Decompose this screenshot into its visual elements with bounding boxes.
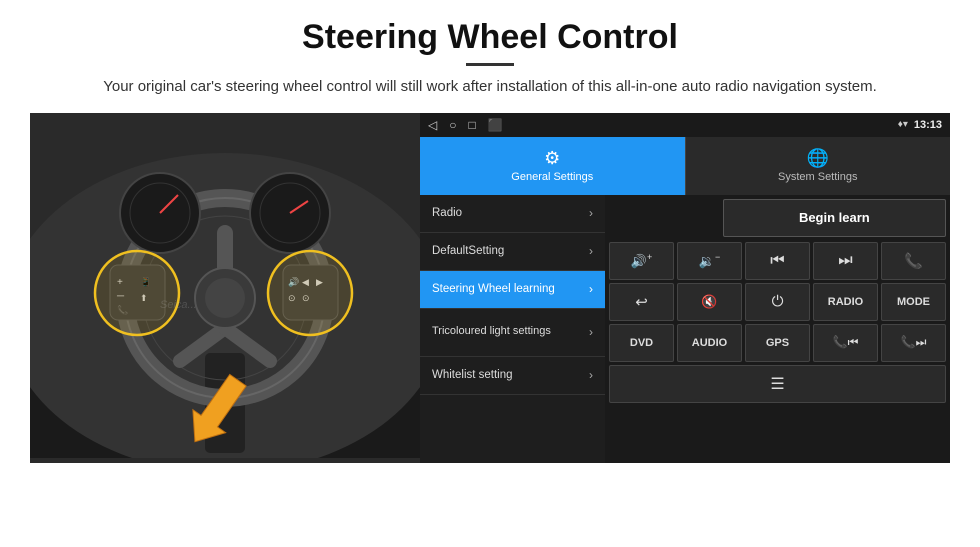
dvd-label: DVD: [630, 337, 653, 349]
car-image-section: + ─ 📱 ⬆ 📞 🔊 ◀ ▶ ⊙ ⊙: [30, 113, 420, 463]
begin-learn-row: Begin learn: [609, 199, 946, 239]
mute-icon: 🔇: [701, 294, 717, 310]
next-track-icon: ⏭: [838, 252, 852, 270]
status-bar-left: ◁ ○ □ ⬛: [428, 118, 503, 132]
gps-button[interactable]: GPS: [745, 324, 810, 362]
prev-track-button[interactable]: ⏮: [745, 242, 810, 280]
controls-row-1: 🔊+ 🔉− ⏮ ⏭ 📞: [609, 242, 946, 280]
home-nav-icon[interactable]: ○: [449, 118, 456, 132]
mode-button[interactable]: MODE: [881, 283, 946, 321]
wifi-icon: ♦▾: [898, 119, 908, 130]
menu-tricoloured-label: Tricoloured light settings: [432, 325, 551, 338]
content-area: + ─ 📱 ⬆ 📞 🔊 ◀ ▶ ⊙ ⊙: [30, 113, 950, 463]
gps-label: GPS: [766, 337, 789, 349]
status-bar-right: ♦▾ 13:13: [898, 119, 942, 131]
audio-label: AUDIO: [692, 337, 727, 349]
svg-text:Seica...: Seica...: [160, 299, 197, 311]
chevron-right-icon: ›: [589, 368, 593, 382]
menu-item-tricoloured[interactable]: Tricoloured light settings ›: [420, 309, 605, 357]
chevron-right-icon: ›: [589, 206, 593, 220]
title-section: Steering Wheel Control Your original car…: [30, 18, 950, 99]
volume-down-button[interactable]: 🔉−: [677, 242, 742, 280]
settings-gear-icon: ⚙: [544, 148, 560, 169]
phone-prev-button[interactable]: 📞⏮: [813, 324, 878, 362]
menu-steering-label: Steering Wheel learning: [432, 283, 555, 295]
title-divider: [466, 63, 514, 66]
call-end-icon: ↩: [635, 293, 648, 311]
mute-button[interactable]: 🔇: [677, 283, 742, 321]
empty-space: [609, 199, 720, 237]
controls-row-2: ↩ 🔇 ⏻ RADIO MODE: [609, 283, 946, 321]
tab-system-label: System Settings: [778, 171, 857, 183]
tab-general-settings[interactable]: ⚙ General Settings: [420, 137, 685, 195]
volume-up-icon: 🔊+: [631, 252, 652, 269]
menu-whitelist-label: Whitelist setting: [432, 369, 513, 381]
chevron-right-icon: ›: [589, 244, 593, 258]
chevron-right-icon-active: ›: [589, 282, 593, 296]
top-tabs: ⚙ General Settings 🌐 System Settings: [420, 137, 950, 195]
status-bar: ◁ ○ □ ⬛ ♦▾ 13:13: [420, 113, 950, 137]
car-image-svg: + ─ 📱 ⬆ 📞 🔊 ◀ ▶ ⊙ ⊙: [30, 113, 420, 458]
list-icon: ☰: [770, 374, 784, 394]
volume-up-button[interactable]: 🔊+: [609, 242, 674, 280]
radio-label: RADIO: [828, 296, 863, 308]
menu-left: Radio › DefaultSetting › Steering Wheel …: [420, 195, 605, 463]
call-end-button[interactable]: ↩: [609, 283, 674, 321]
screenshot-icon[interactable]: ⬛: [488, 118, 503, 132]
menu-default-label: DefaultSetting: [432, 245, 504, 257]
volume-down-icon: 🔉−: [699, 252, 720, 269]
phone-next-icon: 📞⏭: [901, 335, 927, 350]
page-container: Steering Wheel Control Your original car…: [0, 0, 980, 473]
recents-nav-icon[interactable]: □: [468, 118, 475, 132]
back-nav-icon[interactable]: ◁: [428, 118, 437, 132]
status-time: 13:13: [914, 119, 942, 131]
menu-area: Radio › DefaultSetting › Steering Wheel …: [420, 195, 950, 463]
next-track-button[interactable]: ⏭: [813, 242, 878, 280]
tab-system-settings[interactable]: 🌐 System Settings: [685, 137, 951, 195]
menu-item-whitelist[interactable]: Whitelist setting ›: [420, 357, 605, 395]
begin-learn-button[interactable]: Begin learn: [723, 199, 946, 237]
phone-icon: 📞: [904, 252, 923, 270]
phone-button[interactable]: 📞: [881, 242, 946, 280]
radio-button[interactable]: RADIO: [813, 283, 878, 321]
list-button[interactable]: ☰: [609, 365, 946, 403]
chevron-right-icon: ›: [589, 325, 593, 339]
mode-label: MODE: [897, 296, 930, 308]
menu-item-default[interactable]: DefaultSetting ›: [420, 233, 605, 271]
menu-item-steering[interactable]: Steering Wheel learning ›: [420, 271, 605, 309]
menu-radio-label: Radio: [432, 207, 462, 219]
controls-row-4: ☰: [609, 365, 946, 403]
subtitle: Your original car's steering wheel contr…: [30, 76, 950, 99]
phone-next-button[interactable]: 📞⏭: [881, 324, 946, 362]
android-ui: ◁ ○ □ ⬛ ♦▾ 13:13 ⚙ General Settings 🌐: [420, 113, 950, 463]
audio-button[interactable]: AUDIO: [677, 324, 742, 362]
controls-area: Begin learn 🔊+ 🔉− ⏮: [605, 195, 950, 463]
page-title: Steering Wheel Control: [30, 18, 950, 57]
system-globe-icon: 🌐: [807, 148, 829, 169]
power-button[interactable]: ⏻: [745, 283, 810, 321]
prev-track-icon: ⏮: [770, 252, 784, 270]
controls-row-3: DVD AUDIO GPS 📞⏮ 📞⏭: [609, 324, 946, 362]
dvd-button[interactable]: DVD: [609, 324, 674, 362]
phone-prev-icon: 📞⏮: [833, 335, 859, 350]
tab-general-label: General Settings: [511, 171, 593, 183]
power-icon: ⏻: [772, 293, 784, 310]
menu-item-radio[interactable]: Radio ›: [420, 195, 605, 233]
